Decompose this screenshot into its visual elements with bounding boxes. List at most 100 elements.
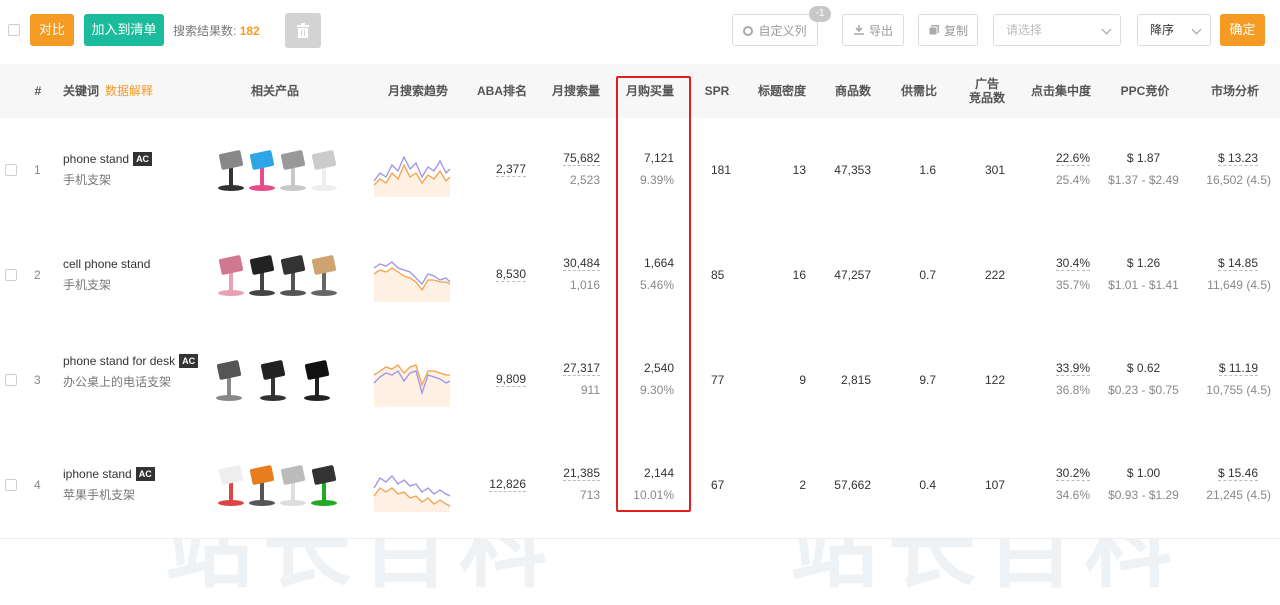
monthly-search[interactable]: 27,317 [563,361,600,376]
export-button[interactable]: 导出 [842,14,904,46]
click-concentration[interactable]: 30.4% [1055,256,1090,271]
ad-competitor-count: 222 [984,268,1005,282]
trend-area [374,365,450,407]
add-to-list-button[interactable]: 加入到清单 [84,14,164,46]
data-explain-link[interactable]: 数据解释 [105,84,153,98]
row-checkbox[interactable] [5,269,17,281]
custom-columns-button[interactable]: 自定义列 [732,14,818,46]
monthly-search[interactable]: 30,484 [563,256,600,271]
trend-area [374,165,450,197]
keyword-translation: 手机支架 [63,173,112,187]
aba-rank[interactable]: 12,826 [489,477,526,492]
spr-value: 181 [711,163,732,177]
keyword-cell[interactable]: phone stand AC 手机支架 [63,152,203,188]
click-concentration-sub: 25.4% [1055,173,1090,187]
spr-value: 67 [711,478,725,492]
keyword-text[interactable]: phone stand for desk [63,354,175,368]
col-product-count[interactable]: 商品数 [829,64,877,118]
chevron-down-icon [1101,24,1112,35]
sort-select[interactable]: 降序 [1137,14,1211,46]
col-ppc[interactable]: PPC竞价 [1115,64,1175,118]
click-concentration[interactable]: 30.2% [1055,466,1090,481]
market-price[interactable]: $ 13.23 [1217,151,1258,166]
confirm-button[interactable]: 确定 [1220,14,1265,46]
col-click-concentration[interactable]: 点击集中度 [1026,64,1096,118]
market-sub: 21,245 (4.5) [1206,488,1271,502]
col-supply-demand[interactable]: 供需比 [895,64,943,118]
click-concentration[interactable]: 22.6% [1055,151,1090,166]
product-thumbnail[interactable] [254,358,292,402]
result-count: 搜索结果数: 182 [173,24,260,38]
col-index: # [34,84,42,98]
copy-button[interactable]: 复制 [918,14,978,46]
aba-rank[interactable]: 2,377 [495,162,526,177]
compare-button[interactable]: 对比 [30,14,74,46]
ppc-range: $0.23 - $0.75 [1108,383,1179,397]
keyword-cell[interactable]: iphone stand AC 苹果手机支架 [63,467,203,503]
col-monthly-search[interactable]: 月搜索量 [546,64,606,118]
col-trend: 月搜索趋势 [387,84,448,98]
keyword-text[interactable]: cell phone stand [63,257,150,271]
monthly-search-sub: 713 [579,488,600,502]
filter-select[interactable]: 请选择 [993,14,1121,46]
col-keyword: 关键词 数据解释 [63,84,154,98]
click-concentration-sub: 34.6% [1055,488,1090,502]
monthly-search[interactable]: 75,682 [563,151,600,166]
ad-competitor-count: 301 [984,163,1005,177]
ac-badge: AC [133,152,153,166]
market-price[interactable]: $ 14.85 [1217,256,1258,271]
product-thumbnail[interactable] [298,358,336,402]
delete-button[interactable] [285,13,321,48]
product-thumbnail[interactable] [305,463,343,507]
ppc-bid[interactable]: $ 1.26 [1103,256,1184,270]
product-thumbnail[interactable] [210,358,248,402]
keyword-text[interactable]: iphone stand [63,467,132,481]
supply-demand-ratio: 9.7 [919,373,936,387]
chevron-down-icon [1191,24,1202,35]
title-density: 2 [799,478,806,492]
aba-rank[interactable]: 9,809 [495,372,526,387]
col-aba[interactable]: ABA排名 [472,64,532,118]
col-ad-count[interactable]: 广告 竞品数 [962,64,1012,118]
ppc-bid[interactable]: $ 1.00 [1103,466,1184,480]
keyword-cell[interactable]: cell phone stand 手机支架 [63,257,203,293]
monthly-search[interactable]: 21,385 [563,466,600,481]
supply-demand-ratio: 1.6 [919,163,936,177]
search-trend-chart[interactable] [372,143,452,197]
row-checkbox[interactable] [5,374,17,386]
row-checkbox[interactable] [5,164,17,176]
product-count: 57,662 [834,478,871,492]
keyword-cell[interactable]: phone stand for desk AC 办公桌上的电话支架 [63,354,203,390]
click-concentration[interactable]: 33.9% [1055,361,1090,376]
search-trend-chart[interactable] [372,353,452,407]
toolbar: 对比 加入到清单 搜索结果数: 182 自定义列 -1 导出 复制 请选择 降序… [0,0,1280,64]
row-index: 3 [34,373,41,387]
ac-badge: AC [179,354,199,368]
title-density: 13 [792,163,806,177]
market-price[interactable]: $ 15.46 [1217,466,1258,481]
ppc-bid[interactable]: $ 1.87 [1103,151,1184,165]
aba-rank[interactable]: 8,530 [495,267,526,282]
ppc-bid[interactable]: $ 0.62 [1103,361,1184,375]
search-trend-chart[interactable] [372,248,452,302]
row-checkbox[interactable] [5,479,17,491]
market-price[interactable]: $ 11.19 [1218,361,1258,376]
trash-icon [297,23,309,38]
ppc-range: $1.01 - $1.41 [1108,278,1179,292]
col-market[interactable]: 市场分析 [1205,64,1265,118]
col-spr[interactable]: SPR [700,64,734,118]
product-thumbnail[interactable] [305,148,343,192]
monthly-search-sub: 2,523 [569,173,600,187]
highlight-box [616,76,691,512]
ad-competitor-count: 107 [984,478,1005,492]
keyword-text[interactable]: phone stand [63,152,129,166]
col-title-density[interactable]: 标题密度 [752,64,812,118]
search-trend-chart[interactable] [372,458,452,512]
row-index: 4 [34,478,41,492]
monthly-search-sub: 911 [580,383,600,397]
select-all-checkbox[interactable] [8,24,20,36]
ac-badge: AC [135,467,155,481]
product-thumbnail[interactable] [305,253,343,297]
market-sub: 11,649 (4.5) [1207,278,1271,292]
row-index: 2 [34,268,41,282]
